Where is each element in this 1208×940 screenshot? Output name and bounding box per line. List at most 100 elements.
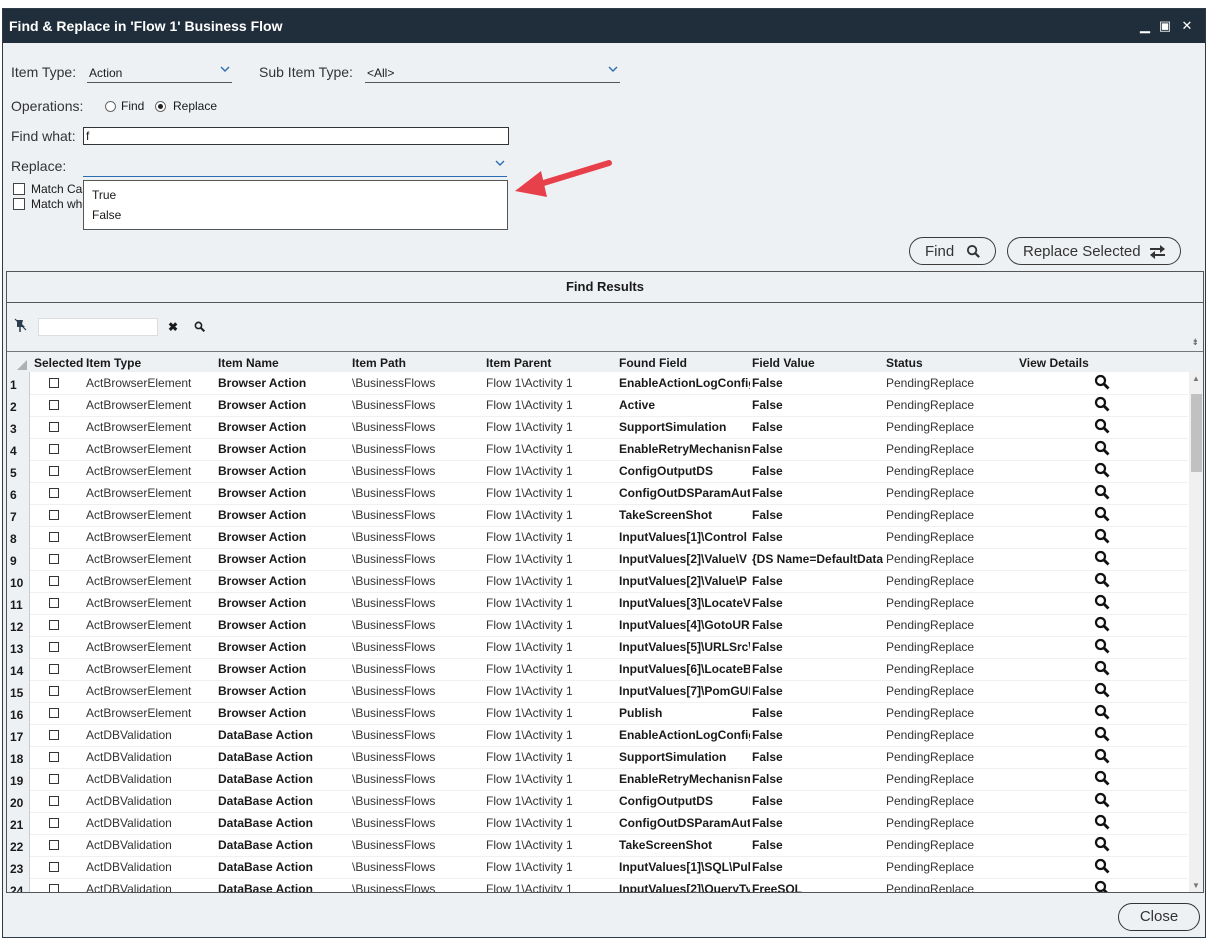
table-row[interactable]: 5 ActBrowserElement Browser Action \Busines… — [7, 460, 1188, 483]
table-row[interactable]: 22 ActDBValidation DataBase Action \Busines… — [7, 834, 1188, 857]
table-row[interactable]: 15 ActBrowserElement Browser Action \Busine… — [7, 680, 1188, 703]
match-case-checkbox[interactable] — [13, 183, 25, 195]
toolbar-expander-icon[interactable]: ⇟ — [1191, 337, 1199, 348]
replace-combo[interactable] — [83, 158, 507, 177]
table-row[interactable]: 9 ActBrowserElement Browser Action \Busines… — [7, 548, 1188, 571]
view-details-icon[interactable] — [1094, 506, 1110, 522]
row-select-checkbox[interactable] — [49, 620, 59, 630]
row-select-checkbox[interactable] — [49, 862, 59, 872]
scroll-thumb[interactable] — [1191, 394, 1202, 472]
col-item-type[interactable]: Item Type — [86, 356, 141, 370]
row-select-checkbox[interactable] — [49, 532, 59, 542]
clear-icon[interactable]: ✖ — [168, 320, 178, 334]
row-select-checkbox[interactable] — [49, 730, 59, 740]
table-row[interactable]: 6 ActBrowserElement Browser Action \Busines… — [7, 482, 1188, 505]
row-select-checkbox[interactable] — [49, 774, 59, 784]
table-row[interactable]: 19 ActDBValidation DataBase Action \Busines… — [7, 768, 1188, 791]
minimize-icon[interactable]: ▁ — [1136, 17, 1154, 35]
row-select-checkbox[interactable] — [49, 708, 59, 718]
table-row[interactable]: 21 ActDBValidation DataBase Action \Busines… — [7, 812, 1188, 835]
table-row[interactable]: 24 ActDBValidation DataBase Action \Busines… — [7, 878, 1188, 892]
view-details-icon[interactable] — [1094, 594, 1110, 610]
row-select-checkbox[interactable] — [49, 554, 59, 564]
table-row[interactable]: 1 ActBrowserElement Browser Action \Busines… — [7, 372, 1188, 395]
row-select-checkbox[interactable] — [49, 422, 59, 432]
row-select-checkbox[interactable] — [49, 444, 59, 454]
replace-radio[interactable] — [155, 101, 166, 112]
row-select-checkbox[interactable] — [49, 400, 59, 410]
close-button[interactable]: Close — [1118, 903, 1200, 931]
table-row[interactable]: 11 ActBrowserElement Browser Action \Busine… — [7, 592, 1188, 615]
close-icon[interactable]: ✕ — [1178, 17, 1196, 35]
row-select-checkbox[interactable] — [49, 840, 59, 850]
col-field-value[interactable]: Field Value — [752, 356, 815, 370]
table-row[interactable]: 4 ActBrowserElement Browser Action \Busines… — [7, 438, 1188, 461]
row-select-checkbox[interactable] — [49, 642, 59, 652]
magnifier-icon[interactable] — [194, 321, 205, 332]
view-details-icon[interactable] — [1094, 748, 1110, 764]
col-item-parent[interactable]: Item Parent — [486, 356, 551, 370]
col-item-path[interactable]: Item Path — [352, 356, 406, 370]
view-details-icon[interactable] — [1094, 858, 1110, 874]
view-details-icon[interactable] — [1094, 770, 1110, 786]
table-row[interactable]: 20 ActDBValidation DataBase Action \Busines… — [7, 790, 1188, 813]
item-type-select[interactable]: Action — [87, 64, 232, 83]
view-details-icon[interactable] — [1094, 880, 1110, 892]
view-details-icon[interactable] — [1094, 660, 1110, 676]
row-select-checkbox[interactable] — [49, 576, 59, 586]
row-select-checkbox[interactable] — [49, 818, 59, 828]
results-search-input[interactable] — [38, 318, 158, 336]
col-selected[interactable]: Selected — [34, 356, 83, 370]
table-row[interactable]: 14 ActBrowserElement Browser Action \Busine… — [7, 658, 1188, 681]
view-details-icon[interactable] — [1094, 572, 1110, 588]
col-item-name[interactable]: Item Name — [218, 356, 279, 370]
row-select-checkbox[interactable] — [49, 598, 59, 608]
view-details-icon[interactable] — [1094, 396, 1110, 412]
select-all-corner-icon[interactable] — [17, 360, 27, 370]
pin-icon[interactable] — [14, 318, 28, 334]
view-details-icon[interactable] — [1094, 462, 1110, 478]
view-details-icon[interactable] — [1094, 484, 1110, 500]
view-details-icon[interactable] — [1094, 682, 1110, 698]
view-details-icon[interactable] — [1094, 528, 1110, 544]
view-details-icon[interactable] — [1094, 638, 1110, 654]
find-radio[interactable] — [105, 101, 116, 112]
scroll-up-icon[interactable]: ▲ — [1192, 374, 1200, 383]
view-details-icon[interactable] — [1094, 836, 1110, 852]
row-select-checkbox[interactable] — [49, 378, 59, 388]
scroll-down-icon[interactable]: ▼ — [1192, 881, 1200, 890]
replace-option-false[interactable]: False — [92, 208, 121, 222]
view-details-icon[interactable] — [1094, 726, 1110, 742]
view-details-icon[interactable] — [1094, 374, 1110, 390]
replace-selected-button[interactable]: Replace Selected — [1007, 237, 1181, 265]
view-details-icon[interactable] — [1094, 616, 1110, 632]
row-select-checkbox[interactable] — [49, 488, 59, 498]
view-details-icon[interactable] — [1094, 792, 1110, 808]
row-select-checkbox[interactable] — [49, 664, 59, 674]
table-row[interactable]: 17 ActDBValidation DataBase Action \Busines… — [7, 724, 1188, 747]
col-view-details[interactable]: View Details — [1019, 356, 1089, 370]
table-row[interactable]: 3 ActBrowserElement Browser Action \Busines… — [7, 416, 1188, 439]
row-select-checkbox[interactable] — [49, 796, 59, 806]
table-row[interactable]: 18 ActDBValidation DataBase Action \Busines… — [7, 746, 1188, 769]
table-row[interactable]: 8 ActBrowserElement Browser Action \Busines… — [7, 526, 1188, 549]
table-row[interactable]: 2 ActBrowserElement Browser Action \Busines… — [7, 394, 1188, 417]
view-details-icon[interactable] — [1094, 814, 1110, 830]
replace-option-true[interactable]: True — [92, 188, 116, 202]
match-whole-checkbox[interactable] — [13, 198, 25, 210]
sub-item-type-select[interactable]: <All> — [365, 64, 620, 83]
table-row[interactable]: 7 ActBrowserElement Browser Action \Busines… — [7, 504, 1188, 527]
row-select-checkbox[interactable] — [49, 510, 59, 520]
col-found-field[interactable]: Found Field — [619, 356, 687, 370]
col-status[interactable]: Status — [886, 356, 923, 370]
maximize-icon[interactable]: ▣ — [1156, 17, 1174, 35]
row-select-checkbox[interactable] — [49, 884, 59, 892]
row-select-checkbox[interactable] — [49, 686, 59, 696]
view-details-icon[interactable] — [1094, 704, 1110, 720]
view-details-icon[interactable] — [1094, 550, 1110, 566]
find-button[interactable]: Find — [909, 237, 996, 265]
table-row[interactable]: 23 ActDBValidation DataBase Action \Busines… — [7, 856, 1188, 879]
table-row[interactable]: 16 ActBrowserElement Browser Action \Busine… — [7, 702, 1188, 725]
table-row[interactable]: 12 ActBrowserElement Browser Action \Busine… — [7, 614, 1188, 637]
row-select-checkbox[interactable] — [49, 752, 59, 762]
